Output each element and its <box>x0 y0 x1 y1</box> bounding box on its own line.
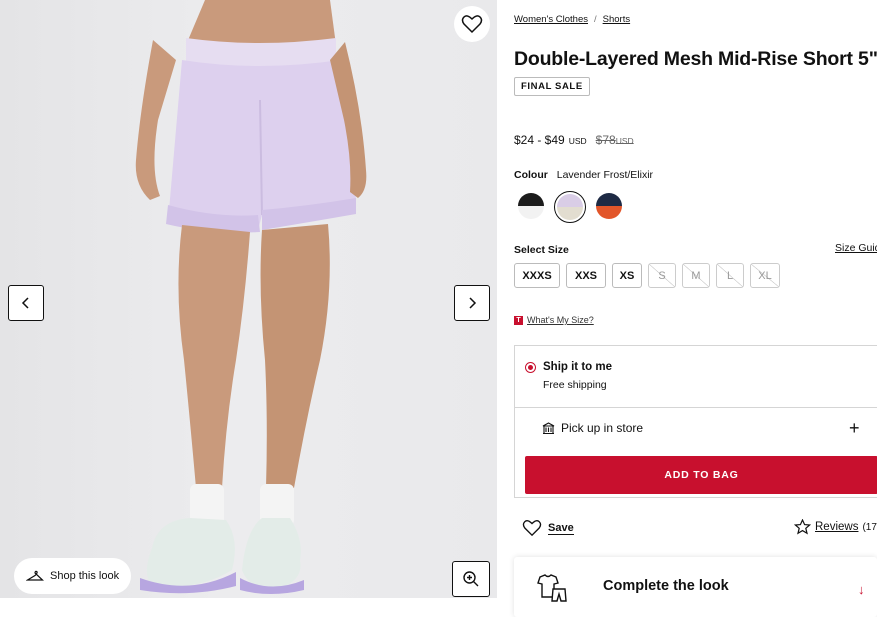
size-option-l[interactable]: L <box>716 263 744 288</box>
size-options: XXXS XXS XS S M L XL <box>514 263 780 288</box>
colour-selected: Lavender Frost/Elixir <box>556 169 654 181</box>
swatch-color <box>557 194 583 220</box>
ship-title: Ship it to me <box>543 361 612 373</box>
pickup-option[interactable]: Pick up in store <box>542 421 643 435</box>
zoom-in-icon <box>463 571 479 587</box>
heart-outline-icon <box>461 15 483 34</box>
chevron-left-icon <box>21 297 29 309</box>
whats-my-size-link[interactable]: What's My Size? <box>527 315 594 325</box>
colour-swatch-lavender-frost[interactable] <box>554 191 586 223</box>
colour-swatch-navy-orange[interactable] <box>594 191 624 221</box>
next-image-button[interactable] <box>454 285 490 321</box>
breadcrumb-womens-clothes[interactable]: Women's Clothes <box>514 14 588 25</box>
shop-this-look-label: Shop this look <box>50 570 120 582</box>
expand-pickup-button[interactable]: + <box>849 418 860 439</box>
final-sale-badge: FINAL SALE <box>514 77 590 96</box>
outfit-icon <box>537 574 567 602</box>
price: $24 - $49 USD $78USD <box>514 133 634 147</box>
favorite-button[interactable] <box>454 6 490 42</box>
select-size-label: Select Size <box>514 244 569 256</box>
star-outline-icon <box>794 519 811 535</box>
price-currency: USD <box>568 136 587 146</box>
swatch-color <box>518 193 544 219</box>
pickup-label: Pick up in store <box>561 421 644 435</box>
breadcrumb: Women's Clothes / Shorts <box>514 14 630 25</box>
colour-swatches <box>516 191 624 223</box>
product-photo <box>135 0 367 594</box>
breadcrumb-separator: / <box>593 14 597 25</box>
reviews-label: Reviews <box>815 521 859 533</box>
ship-subtitle: Free shipping <box>543 379 607 391</box>
size-option-m[interactable]: M <box>682 263 710 288</box>
add-to-bag-button[interactable]: ADD TO BAG <box>525 456 877 494</box>
size-option-xs[interactable]: XS <box>612 263 642 288</box>
whats-my-size: T What's My Size? <box>514 315 594 325</box>
size-option-xxxs[interactable]: XXXS <box>514 263 560 288</box>
hanger-icon <box>26 570 44 581</box>
size-option-s[interactable]: S <box>648 263 676 288</box>
swatch-color <box>596 193 622 219</box>
product-title: Double-Layered Mesh Mid-Rise Short 5" <box>514 48 877 70</box>
original-price-value: $78 <box>595 133 616 147</box>
original-price-currency: USD <box>615 136 634 146</box>
size-header: Select Size Size Guide <box>514 242 877 256</box>
ship-it-option[interactable]: Ship it to me Free shipping <box>525 361 612 391</box>
chevron-right-icon <box>469 297 477 309</box>
fit-badge-icon: T <box>514 315 523 325</box>
fulfillment-box: Ship it to me Free shipping Pick up in s… <box>514 345 877 498</box>
complete-the-look-label: Complete the look <box>603 578 729 594</box>
reviews-link[interactable]: Reviews (17 <box>794 519 877 535</box>
complete-the-look-panel[interactable]: Complete the look ↓ <box>514 557 877 617</box>
ship-radio[interactable] <box>525 362 536 373</box>
breadcrumb-shorts[interactable]: Shorts <box>603 14 630 25</box>
save-button[interactable]: Save <box>522 519 574 537</box>
heart-outline-icon <box>522 520 542 537</box>
shop-this-look-button[interactable]: Shop this look <box>14 558 132 594</box>
store-icon <box>542 422 555 434</box>
original-price: $78USD <box>596 133 634 147</box>
zoom-button[interactable] <box>452 561 490 597</box>
reviews-count: (17 <box>862 521 877 533</box>
price-range: $24 - $49 <box>514 133 565 147</box>
colour-line: Colour Lavender Frost/Elixir <box>514 169 653 181</box>
colour-swatch-black-white[interactable] <box>516 191 546 221</box>
save-label: Save <box>548 521 574 535</box>
down-arrow-icon: ↓ <box>858 582 865 597</box>
product-image-gallery: Shop this look <box>0 0 497 598</box>
divider <box>515 407 877 408</box>
previous-image-button[interactable] <box>8 285 44 321</box>
size-guide-link[interactable]: Size Guide <box>835 242 877 254</box>
size-option-xxs[interactable]: XXS <box>566 263 606 288</box>
colour-label: Colour <box>514 169 548 181</box>
product-info-panel: Women's Clothes / Shorts Double-Layered … <box>514 0 877 617</box>
size-option-xl[interactable]: XL <box>750 263 780 288</box>
